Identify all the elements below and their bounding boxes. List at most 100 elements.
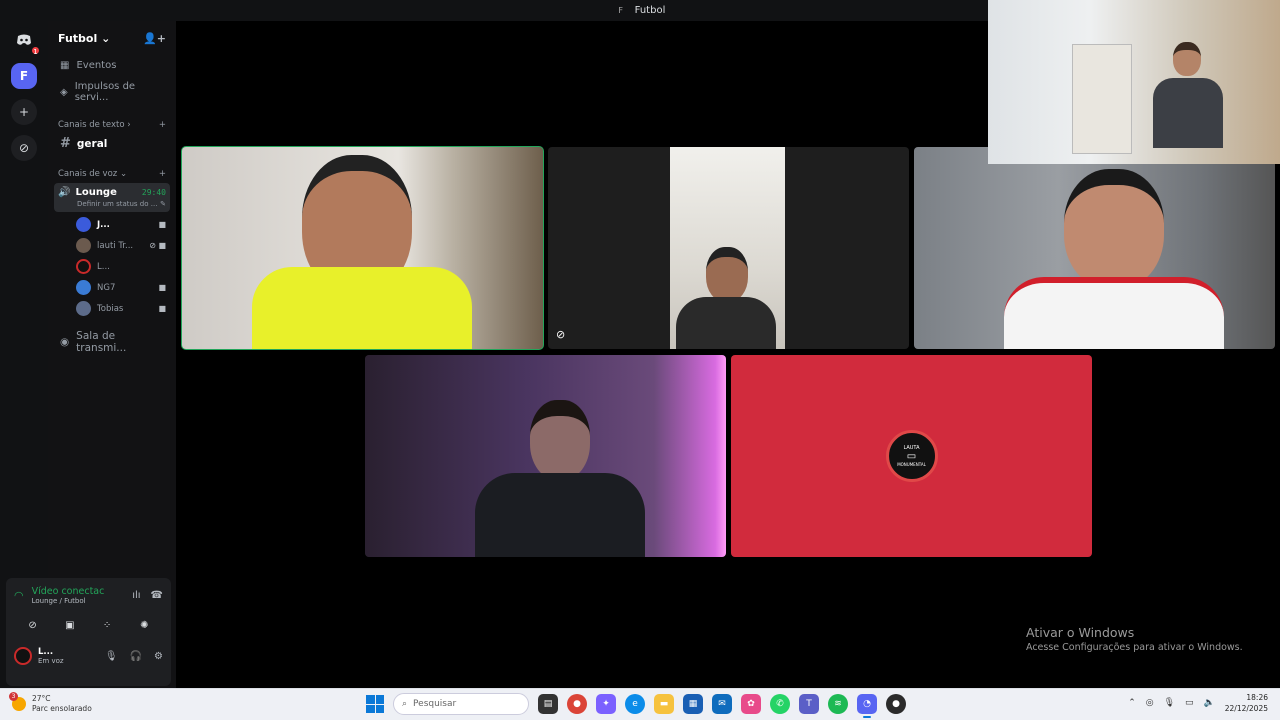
voice-member[interactable]: L... — [48, 256, 176, 277]
boost-icon: ◈ — [60, 86, 68, 98]
stream-tile[interactable]: LAUTA ▭ MONUMENTAL — [731, 355, 1092, 557]
server-icon: F — [618, 5, 623, 15]
calendar-icon: ▦ — [60, 60, 70, 71]
user-info[interactable]: L... Em voz — [14, 647, 64, 665]
task-view-icon[interactable]: ▤ — [538, 694, 558, 714]
activities-button[interactable]: ⁘ — [91, 615, 123, 635]
chevron-up-icon[interactable]: ⌃ — [1128, 698, 1136, 708]
soundboard-button[interactable]: ✺ — [128, 615, 160, 635]
weather-desc: Parc ensolarado — [32, 704, 92, 713]
weather-widget[interactable]: 3 27°C Parc ensolarado — [9, 692, 92, 714]
server-icon-futbol[interactable]: F — [11, 63, 37, 89]
add-channel-icon[interactable]: + — [159, 120, 166, 130]
headphones-icon[interactable]: 🎧 — [130, 651, 142, 662]
hash-icon: # — [60, 136, 71, 151]
user-name: L... — [38, 647, 54, 657]
explore-icon[interactable]: ⊘ — [11, 135, 37, 161]
voice-member[interactable]: NG7 ■ — [48, 277, 176, 298]
voice-status: Vídeo conectac — [31, 586, 105, 597]
discord-home-icon[interactable]: 1 — [11, 27, 41, 56]
voice-location[interactable]: Lounge / Futbol — [32, 597, 105, 605]
microphone-icon[interactable]: 🎙 — [105, 651, 118, 662]
store-icon[interactable]: ▦ — [683, 694, 703, 714]
stage-channel[interactable]: ◉ Sala de transmi... — [48, 325, 176, 359]
participant-head — [1064, 169, 1164, 289]
participant-head — [706, 247, 748, 302]
self-preview[interactable] — [988, 0, 1280, 164]
voice-channels-section[interactable]: Canais de voz ⌄ + — [48, 169, 176, 179]
clock[interactable]: 18:26 22/12/2025 — [1225, 692, 1268, 714]
taskbar: 3 27°C Parc ensolarado ⌕ Pesquisar ▤ ● ✦… — [0, 688, 1280, 720]
video-tile[interactable] — [181, 146, 544, 350]
video-tile[interactable]: ⊘ — [548, 147, 909, 349]
stadium-icon: ▭ — [906, 451, 917, 462]
text-channels-section[interactable]: Canais de texto › + — [48, 120, 176, 130]
participant-body — [475, 473, 645, 557]
video-tile[interactable] — [365, 355, 726, 557]
camera-icon: ■ — [158, 241, 166, 250]
spotify-icon[interactable]: ≋ — [828, 694, 848, 714]
noise-suppression-icon[interactable]: ılı — [132, 590, 140, 601]
server-header[interactable]: Futbol ⌄ 👤+ — [48, 21, 176, 55]
discord-taskbar-icon[interactable]: ◔ — [857, 694, 877, 718]
participant-body — [1004, 277, 1224, 349]
add-voice-channel-icon[interactable]: + — [159, 169, 166, 179]
participant-head — [530, 400, 590, 480]
weather-sun-icon: 3 — [9, 692, 26, 711]
camera-icon: ■ — [158, 220, 166, 229]
user-row: L... Em voz 🎙 🎧 ⚙ — [6, 641, 171, 669]
screen-share-button[interactable]: ▣ — [54, 615, 86, 635]
time: 18:26 — [1246, 693, 1268, 702]
camera-icon: ■ — [158, 283, 166, 292]
weather-temp: 27°C — [32, 694, 51, 703]
file-explorer-icon[interactable]: ▬ — [654, 694, 674, 714]
signal-icon[interactable]: ◠ — [14, 589, 24, 602]
settings-gear-icon[interactable]: ⚙ — [154, 651, 163, 662]
display-icon[interactable]: ▭ — [1185, 698, 1194, 708]
avatar — [76, 217, 91, 232]
taskbar-search[interactable]: ⌕ Pesquisar — [393, 693, 529, 715]
edge-icon[interactable]: e — [625, 694, 645, 714]
video-tile[interactable] — [914, 147, 1275, 349]
camera-toggle-button[interactable]: ⊘ — [17, 615, 49, 635]
network-icon[interactable]: ◎ — [1146, 698, 1154, 708]
voice-controls: ⊘ ▣ ⁘ ✺ — [6, 609, 171, 641]
nav-boosts[interactable]: ◈ Impulsos de servi... — [48, 76, 176, 108]
whatsapp-icon[interactable]: ✆ — [770, 694, 790, 714]
copilot-icon[interactable]: ✦ — [596, 694, 616, 714]
user-status: Em voz — [38, 657, 64, 665]
avatar — [76, 301, 91, 316]
photos-icon[interactable]: ✿ — [741, 694, 761, 714]
notification-badge: 1 — [30, 45, 41, 56]
invite-icon[interactable]: 👤+ — [143, 32, 166, 45]
wardrobe — [1072, 44, 1132, 154]
system-tray: ⌃ ◎ 🎙 ▭ 🔈 18:26 22/12/2025 — [1128, 692, 1268, 714]
participant-body — [252, 267, 472, 349]
participant-head — [1173, 42, 1201, 76]
avatar — [76, 238, 91, 253]
teams-icon[interactable]: T — [799, 694, 819, 714]
microphone-tray-icon[interactable]: 🎙 — [1164, 698, 1175, 708]
nav-events[interactable]: ▦ Eventos — [48, 55, 176, 76]
participant-body — [1153, 78, 1223, 148]
volume-icon[interactable]: 🔈 — [1204, 698, 1215, 708]
server-name: Futbol — [58, 31, 98, 45]
channel-geral[interactable]: # geral — [48, 134, 176, 153]
avatar — [76, 280, 91, 295]
voice-member[interactable]: J... ■ — [48, 214, 176, 235]
app-icon[interactable]: ● — [886, 694, 906, 714]
edit-icon[interactable]: ✎ — [160, 200, 166, 208]
outlook-icon[interactable]: ✉ — [712, 694, 732, 714]
weather-badge: 3 — [9, 692, 18, 701]
mic-muted-icon: ⊘ — [556, 328, 566, 341]
windows-start-icon[interactable] — [366, 695, 384, 713]
camera-icon: ■ — [158, 304, 166, 313]
disconnect-icon[interactable]: ☎ — [151, 590, 163, 601]
voice-channel-lounge[interactable]: 🔊 Lounge 29:40 Definir um status do ... … — [54, 183, 170, 212]
channel-status[interactable]: Definir um status do ... — [77, 200, 157, 208]
add-server-icon[interactable]: + — [11, 99, 37, 125]
voice-member[interactable]: lauti Tr... ⊘ ■ — [48, 235, 176, 256]
chrome-icon[interactable]: ● — [567, 694, 587, 714]
participant-body — [676, 297, 776, 349]
voice-member[interactable]: Tobias ■ — [48, 298, 176, 319]
